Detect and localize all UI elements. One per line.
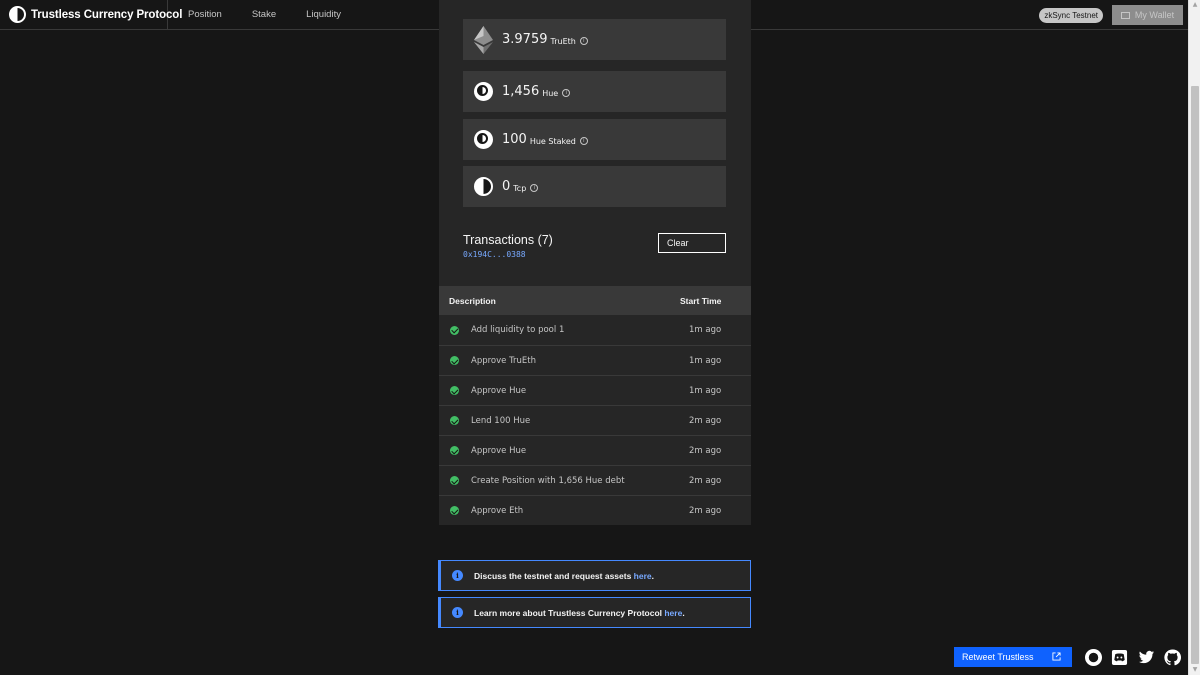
tcp-icon <box>474 177 493 196</box>
nav-item-liquidity[interactable]: Liquidity <box>291 0 356 30</box>
balance-card-tcp: 0 Tcp i <box>463 166 726 207</box>
table-row: Approve TruEth 1m ago <box>439 345 751 375</box>
balance-amount: 0 <box>502 179 511 194</box>
discord-icon[interactable] <box>1111 649 1128 666</box>
balance-unit: Hue Staked <box>529 136 576 146</box>
balance-amount: 3.9759 <box>502 32 548 47</box>
row-description: Approve Eth <box>471 505 524 516</box>
info-icon[interactable]: i <box>579 137 588 145</box>
retweet-label: Retweet Trustless <box>962 652 1034 662</box>
success-check-icon <box>450 446 459 455</box>
launch-icon <box>1052 652 1061 661</box>
table-row: Approve Hue 1m ago <box>439 375 751 405</box>
row-description: Add liquidity to pool 1 <box>471 325 565 335</box>
info-filled-icon: i <box>452 570 463 581</box>
notice-message: Learn more about Trustless Currency Prot… <box>474 607 665 618</box>
success-check-icon <box>450 356 459 365</box>
eth-icon <box>474 25 493 54</box>
network-badge[interactable]: zkSync Testnet <box>1039 7 1103 23</box>
hue-icon <box>474 130 493 149</box>
success-check-icon <box>450 325 459 335</box>
main-nav: Position Stake Liquidity <box>173 0 356 30</box>
nav-item-position[interactable]: Position <box>173 0 237 30</box>
row-start-time: 2m ago <box>689 505 722 516</box>
row-description: Approve TruEth <box>471 355 536 366</box>
table-row: Lend 100 Hue 2m ago <box>439 405 751 435</box>
scroll-thumb[interactable] <box>1191 86 1199 664</box>
info-icon[interactable]: i <box>579 37 588 45</box>
page-scrollbar[interactable]: ▲ ▼ <box>1188 0 1200 675</box>
info-filled-icon: i <box>452 607 463 618</box>
balance-amount: 1,456 <box>502 84 540 99</box>
table-header: Description Start Time <box>439 286 751 315</box>
twitter-icon[interactable] <box>1138 649 1155 666</box>
row-start-time: 2m ago <box>689 445 722 456</box>
notice-message: Discuss the testnet and request assets <box>474 570 634 581</box>
row-start-time: 2m ago <box>689 415 722 426</box>
brand[interactable]: Trustless Currency Protocol <box>0 0 182 30</box>
my-wallet-label: My Wallet <box>1134 10 1175 20</box>
row-start-time: 1m ago <box>689 385 722 396</box>
success-check-icon <box>450 386 459 395</box>
transactions-title: Transactions (7) <box>463 233 553 247</box>
table-row: Create Position with 1,656 Hue debt 2m a… <box>439 465 751 495</box>
row-description: Create Position with 1,656 Hue debt <box>471 475 625 486</box>
row-description: Lend 100 Hue <box>471 415 531 426</box>
column-header-description: Description <box>449 295 496 306</box>
row-description: Approve Hue <box>471 445 527 456</box>
balance-unit: TruEth <box>550 36 576 46</box>
scroll-up-arrow-icon[interactable]: ▲ <box>1191 1 1199 9</box>
notice-text: Learn more about Trustless Currency Prot… <box>474 608 685 618</box>
github-icon[interactable] <box>1164 649 1181 666</box>
table-row: Approve Hue 2m ago <box>439 435 751 465</box>
row-start-time: 1m ago <box>689 355 722 366</box>
balance-card-hue: 1,456 Hue i <box>463 71 726 112</box>
wallet-address[interactable]: 0x194C...0388 <box>463 250 526 259</box>
wallet-icon <box>1120 11 1130 19</box>
my-wallet-button[interactable]: My Wallet <box>1112 5 1183 25</box>
brand-name: Trustless Currency Protocol <box>31 8 183 21</box>
balance-card-trueth: 3.9759 TruEth i <box>463 19 726 60</box>
balance-card-hue-staked: 100 Hue Staked i <box>463 119 726 160</box>
table-row: Approve Eth 2m ago <box>439 495 751 525</box>
table-row: Add liquidity to pool 1 1m ago <box>439 315 751 345</box>
column-header-start-time: Start Time <box>680 295 722 306</box>
notice-link-here[interactable]: here <box>634 571 652 581</box>
balance-unit: Hue <box>542 88 559 98</box>
notice-link-here[interactable]: here <box>664 608 682 618</box>
notice-learn-more: i Learn more about Trustless Currency Pr… <box>438 597 751 628</box>
info-icon[interactable]: i <box>562 89 571 97</box>
nav-item-stake[interactable]: Stake <box>237 0 291 30</box>
row-start-time: 1m ago <box>689 325 722 335</box>
retweet-button[interactable]: Retweet Trustless <box>954 647 1072 667</box>
transactions-table: Description Start Time Add liquidity to … <box>439 286 751 525</box>
logo-icon[interactable] <box>1085 649 1102 666</box>
table-body: Add liquidity to pool 1 1m ago Approve T… <box>439 315 751 525</box>
brand-logo-icon <box>9 6 26 23</box>
row-start-time: 2m ago <box>689 475 722 486</box>
success-check-icon <box>450 416 459 425</box>
notice-suffix: . <box>651 570 655 581</box>
row-description: Approve Hue <box>471 385 527 396</box>
clear-transactions-button[interactable]: Clear <box>658 233 726 253</box>
balance-unit: Tcp <box>513 183 527 193</box>
success-check-icon <box>450 476 459 485</box>
info-icon[interactable]: i <box>530 184 539 192</box>
balance-amount: 100 <box>502 132 527 147</box>
notice-suffix: . <box>682 607 685 618</box>
hue-icon <box>474 82 493 101</box>
balances-panel: 3.9759 TruEth i 1,456 Hue i 100 Hue Stak… <box>439 0 751 286</box>
notice-text: Discuss the testnet and request assets h… <box>474 571 654 581</box>
header-actions: zkSync Testnet My Wallet <box>1039 5 1183 25</box>
scroll-down-arrow-icon[interactable]: ▼ <box>1191 666 1199 674</box>
notice-testnet: i Discuss the testnet and request assets… <box>438 560 751 591</box>
success-check-icon <box>450 506 459 515</box>
